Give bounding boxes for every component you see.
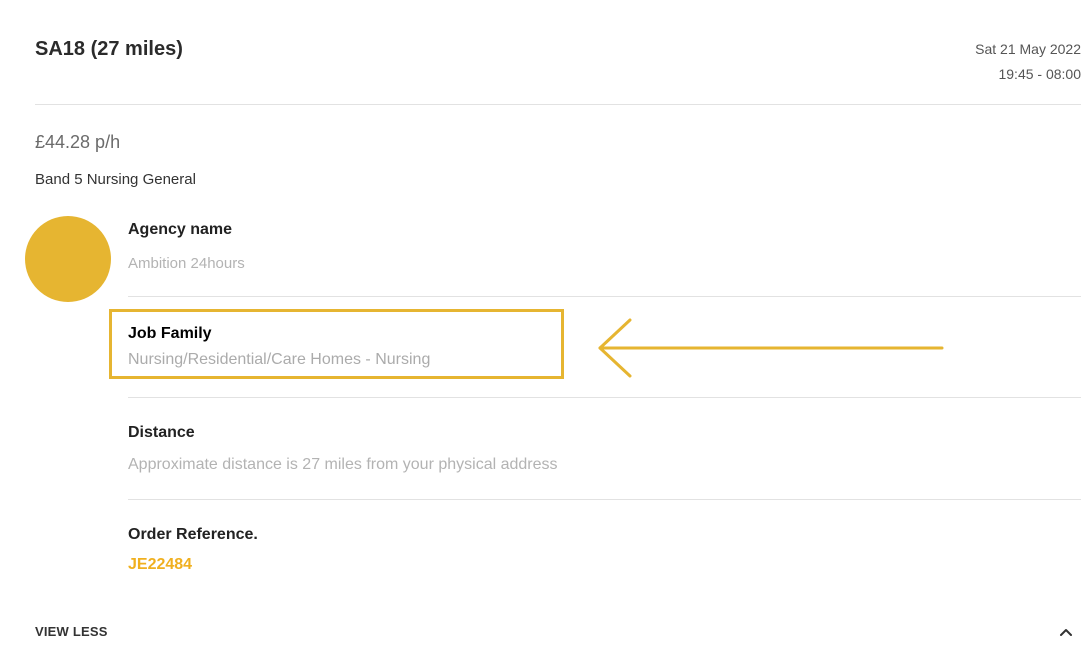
agency-name-value: Ambition 24hours [128,255,245,272]
order-reference-value: JE22484 [128,556,193,573]
pay-band: Band 5 Nursing General [35,171,196,188]
job-family-label: Job Family [128,325,212,342]
distance-label: Distance [128,424,195,441]
arrow-left-icon [598,318,944,378]
location-title: SA18 (27 miles) [35,38,183,60]
hourly-rate: £44.28 p/h [35,132,121,152]
chevron-up-icon[interactable] [1058,624,1074,640]
agency-avatar [25,216,111,302]
header-divider [35,104,1081,105]
agency-divider [128,296,1081,297]
job-family-divider [128,397,1081,398]
order-reference-label: Order Reference. [128,526,258,543]
shift-datetime: Sat 21 May 2022 19:45 - 08:00 [975,37,1081,87]
job-family-value: Nursing/Residential/Care Homes - Nursing [128,351,431,368]
distance-value: Approximate distance is 27 miles from yo… [128,456,558,473]
shift-date: Sat 21 May 2022 [975,41,1081,57]
agency-name-label: Agency name [128,221,233,238]
shift-time: 19:45 - 08:00 [998,66,1081,82]
distance-divider [128,499,1081,500]
view-less-toggle[interactable]: VIEW LESS [35,624,108,639]
